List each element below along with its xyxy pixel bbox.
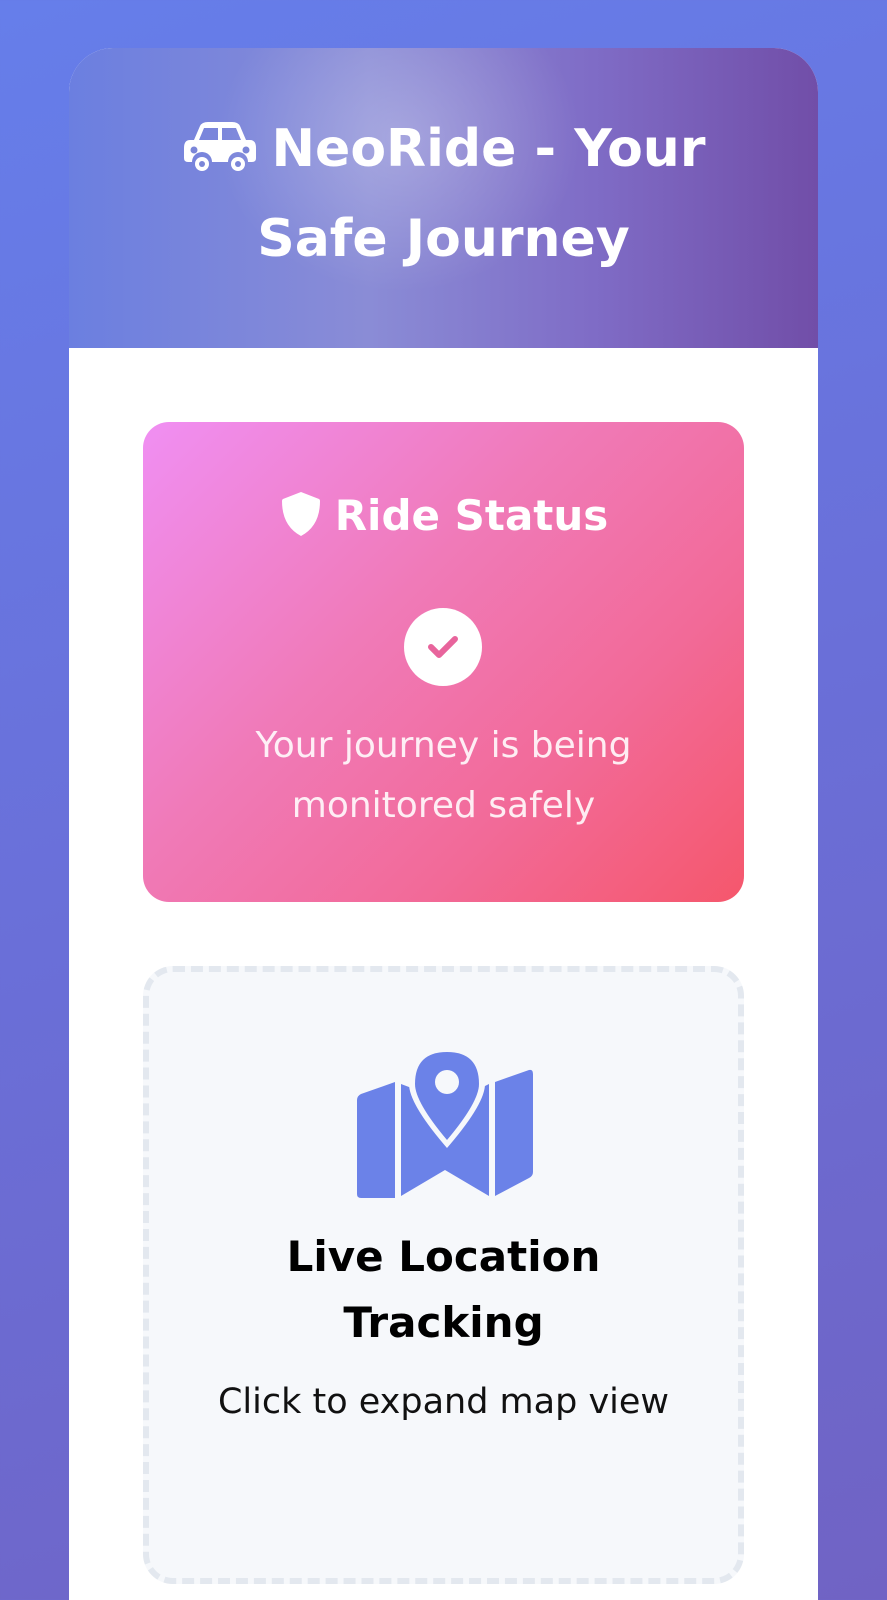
app-card: NeoRide - Your Safe Journey Ride Status … xyxy=(69,48,818,1600)
expand-map-hint: Click to expand map view xyxy=(217,1382,670,1422)
car-icon xyxy=(183,122,256,171)
live-location-card[interactable]: Live Location Tracking Click to expand m… xyxy=(143,966,744,1584)
header-title: NeoRide - Your Safe Journey xyxy=(257,119,706,269)
app-header: NeoRide - Your Safe Journey xyxy=(69,48,818,348)
ride-status-card: Ride Status Your journey is being monito… xyxy=(143,422,744,902)
ride-status-message: Your journey is being monitored safely xyxy=(255,725,632,826)
map-marker-icon xyxy=(357,1046,533,1198)
checkmark-icon xyxy=(428,636,458,658)
check-circle-icon xyxy=(404,608,482,686)
live-location-title: Live Location Tracking xyxy=(286,1232,601,1347)
header-title-wrapper: NeoRide - Your Safe Journey xyxy=(124,104,764,284)
ride-status-heading: Ride Status xyxy=(334,491,609,540)
ride-status-heading-wrapper: Ride Status xyxy=(143,488,744,544)
shield-icon xyxy=(281,492,320,536)
